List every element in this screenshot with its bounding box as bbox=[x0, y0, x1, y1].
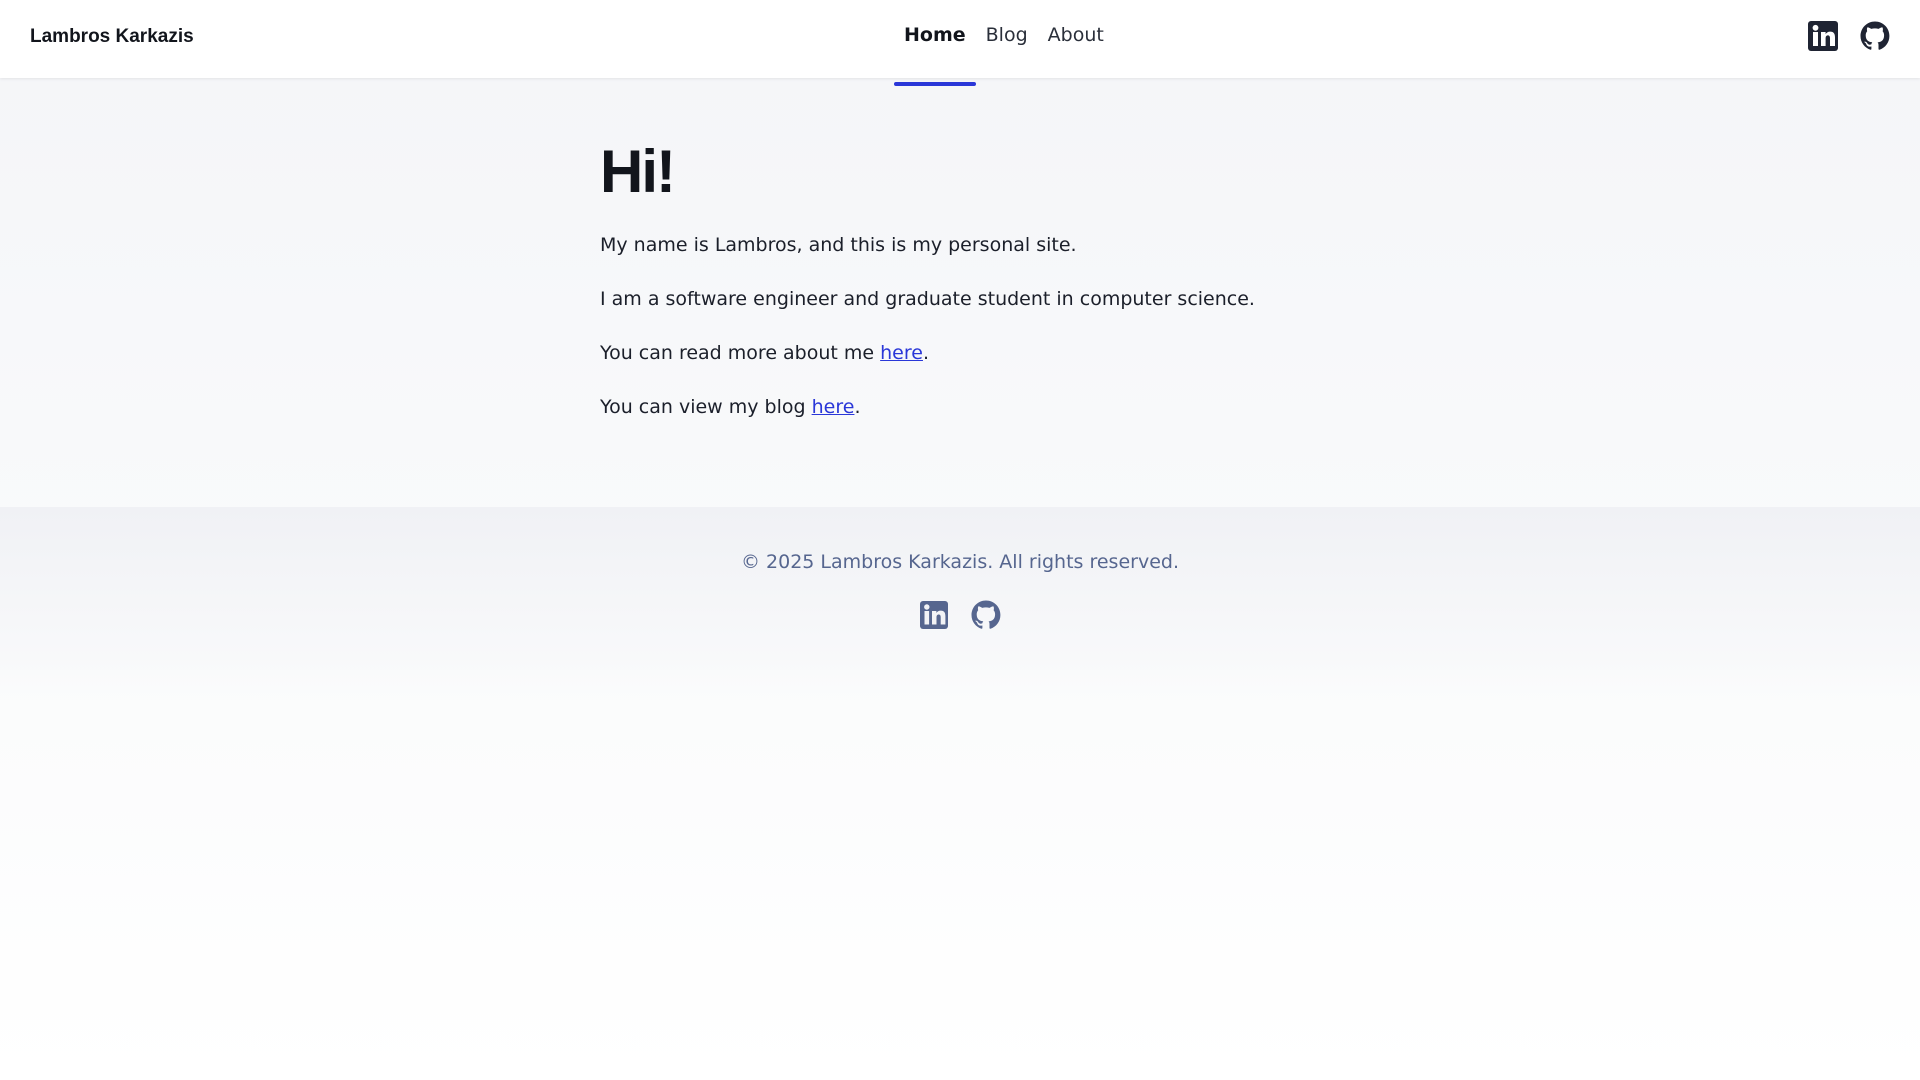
github-icon[interactable] bbox=[970, 599, 1002, 631]
blog-text: You can view my blog bbox=[600, 396, 812, 418]
about-suffix: . bbox=[922, 342, 930, 364]
nav-home[interactable]: Home bbox=[894, 0, 976, 86]
copyright-text: © 2025 Lambros Karkazis. All rights rese… bbox=[740, 551, 1179, 573]
github-icon[interactable] bbox=[1859, 20, 1891, 52]
page-heading: Hi! bbox=[600, 138, 676, 205]
nav-blog-label: Blog bbox=[985, 24, 1028, 46]
nav-home-label: Home bbox=[904, 24, 966, 46]
footer-social-links bbox=[918, 599, 1002, 631]
blog-suffix: . bbox=[854, 396, 861, 418]
header-social-links bbox=[1807, 20, 1891, 52]
about-link[interactable]: here bbox=[880, 342, 923, 364]
blog-link[interactable]: here bbox=[812, 396, 855, 418]
nav-about-label: About bbox=[1047, 24, 1104, 46]
site-brand[interactable]: Lambros Karkazis bbox=[30, 26, 194, 48]
intro-paragraph: My name is Lambros, and this is my perso… bbox=[600, 234, 1077, 256]
linkedin-icon[interactable] bbox=[918, 599, 950, 631]
nav-about[interactable]: About bbox=[1038, 0, 1114, 78]
main-nav: Home Blog About bbox=[894, 0, 1114, 86]
blog-paragraph: You can view my blog here. bbox=[600, 394, 1320, 420]
about-text: You can read more about me bbox=[600, 342, 881, 364]
site-header: Lambros Karkazis Home Blog About bbox=[0, 0, 1920, 86]
nav-blog[interactable]: Blog bbox=[976, 0, 1038, 78]
site-footer: © 2025 Lambros Karkazis. All rights rese… bbox=[0, 507, 1920, 697]
linkedin-icon[interactable] bbox=[1807, 20, 1839, 52]
about-paragraph: You can read more about me here. bbox=[600, 340, 1320, 366]
bio-paragraph: I am a software engineer and graduate st… bbox=[600, 288, 1255, 310]
active-nav-indicator bbox=[894, 82, 976, 86]
main-content: Hi! My name is Lambros, and this is my p… bbox=[600, 138, 1320, 448]
